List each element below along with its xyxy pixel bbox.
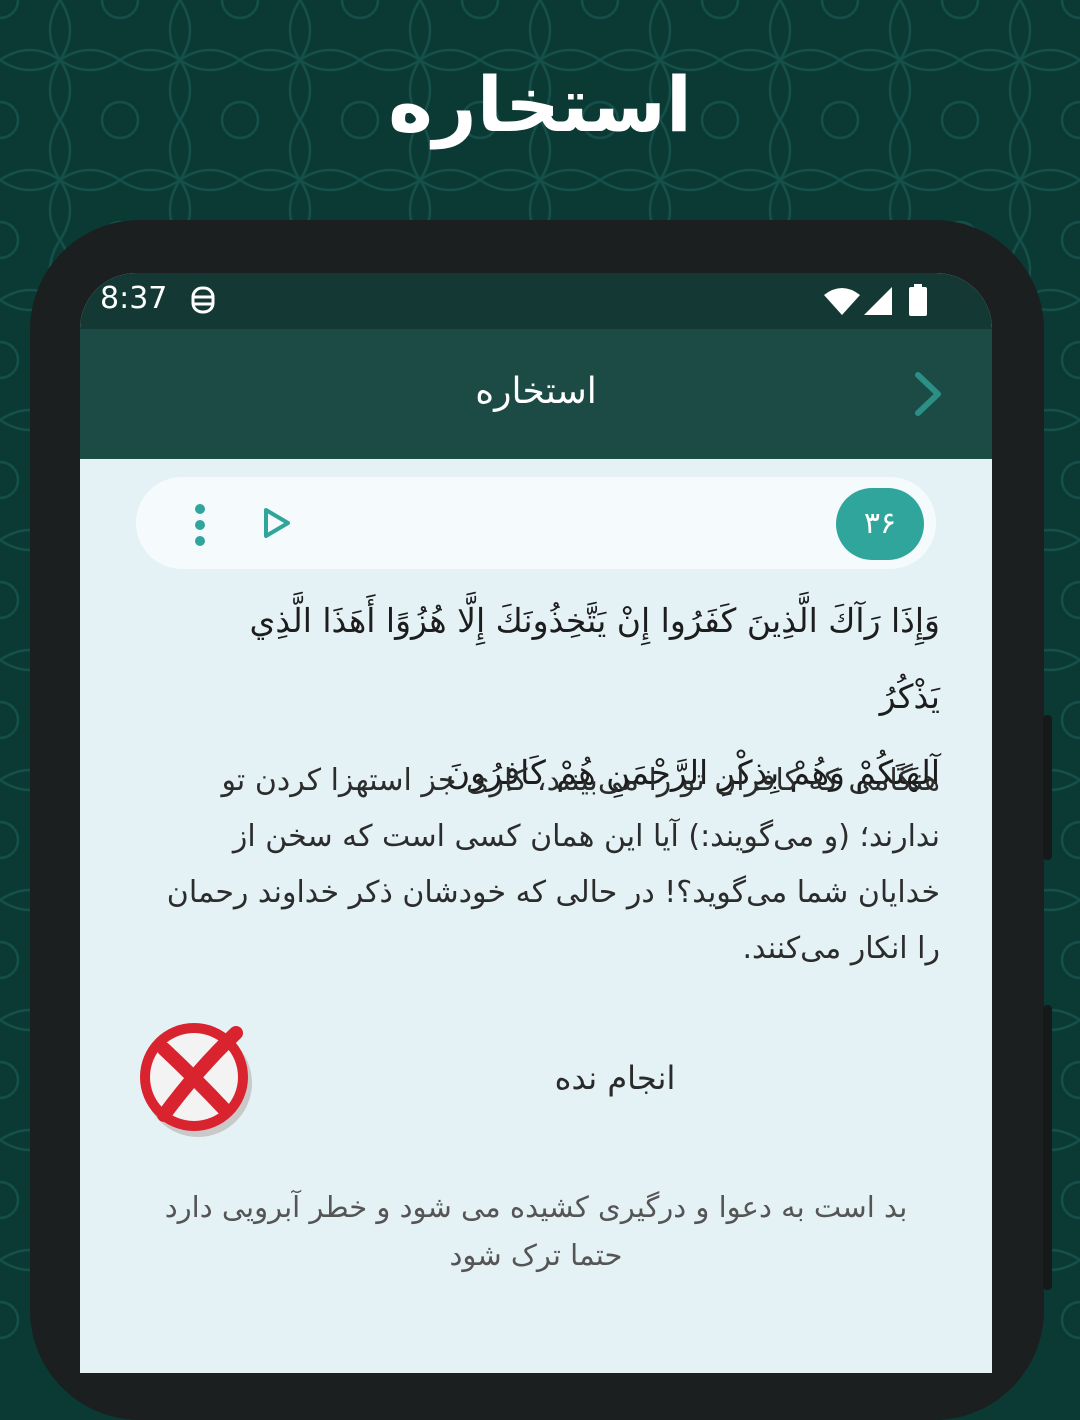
result-label: انجام نده	[554, 1059, 676, 1097]
result-description: بد است به دعوا و درگیری کشیده می شود و خ…	[164, 1190, 908, 1272]
notification-icon	[190, 285, 216, 319]
arabic-verse-line: وَإِذَا رَآكَ الَّذِينَ كَفَرُوا إِنْ يَ…	[249, 601, 941, 716]
back-button[interactable]	[906, 369, 950, 419]
more-options-button[interactable]	[190, 503, 210, 547]
phone-side-button	[1043, 1005, 1052, 1290]
chevron-right-icon	[915, 372, 941, 416]
wifi-icon	[824, 287, 860, 319]
promo-title: استخاره	[388, 60, 692, 149]
more-vertical-icon	[195, 504, 205, 546]
status-time: 8:37	[100, 281, 168, 316]
app-bar-title: استخاره	[475, 371, 597, 412]
verse-number-badge: ۳۶	[836, 488, 924, 560]
verse-translation: هنگامی که کافران تو را می‌بینند، کاری جز…	[166, 763, 940, 966]
reject-x-icon	[136, 1019, 256, 1139]
verse-header-card: ۳۶	[136, 477, 936, 569]
battery-icon	[908, 284, 928, 320]
phone-screen: 8:37 استخاره ۳۶ وَإِذَا رَآكَ الَّذِينَ …	[80, 273, 992, 1373]
app-bar: استخاره	[80, 329, 992, 459]
phone-side-button	[1043, 715, 1052, 860]
play-button[interactable]	[260, 507, 292, 539]
status-bar: 8:37	[80, 273, 992, 329]
play-icon	[264, 508, 290, 538]
signal-icon	[864, 287, 892, 319]
